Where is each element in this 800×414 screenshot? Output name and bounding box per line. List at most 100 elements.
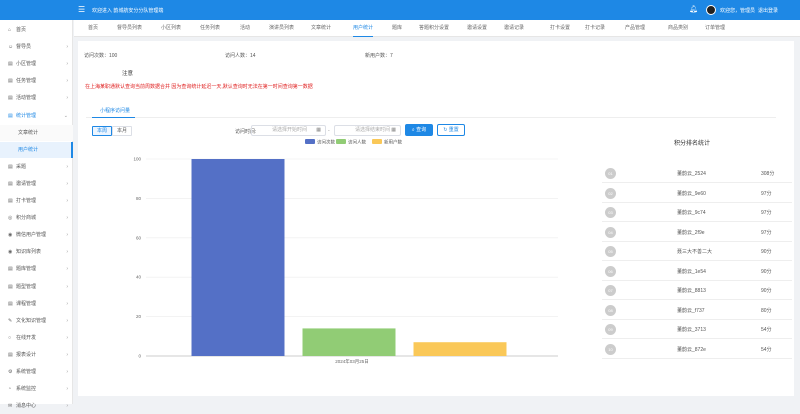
sidebar-item-label: 首页 (16, 27, 27, 33)
tab-mini-program-visits[interactable]: 小程序访问量 (100, 107, 130, 114)
sidebar-item-label: 题库管理 (16, 266, 37, 273)
avatar[interactable] (706, 5, 716, 15)
sidebar-subitem[interactable]: 用户统计 (0, 141, 73, 158)
ranking-score: 308分 (761, 171, 775, 177)
tab-item[interactable]: 任务列表 (200, 20, 220, 37)
ranking-number: 01 (605, 168, 616, 179)
sidebar-item[interactable]: ☺ 督导员 › (0, 39, 73, 55)
ranking-score: 90分 (761, 288, 772, 294)
y-tick-label: 80 (136, 196, 142, 201)
sidebar-item[interactable]: ○ 在线开发 › (0, 330, 73, 346)
ranking-number: 06 (605, 265, 616, 277)
visits-bar-chart: 0 20 40 60 80 100 2024年03月25日 访问次数 访问人数 新用户数 (133, 139, 558, 365)
chevron-icon: › (66, 317, 68, 324)
sidebar-item[interactable]: ▤ 题库管理 › (0, 261, 73, 277)
sidebar-item-icon: ▤ (8, 61, 13, 68)
tab-item[interactable]: 邀请记录 (504, 20, 524, 37)
sidebar-item[interactable]: ▤ 报表设计 › (0, 347, 73, 363)
tab-item[interactable]: 打卡设置 (550, 20, 570, 37)
sidebar-item-icon: ◔ (8, 386, 12, 393)
sidebar-item[interactable]: ◎ 积分商城 › (0, 210, 73, 226)
tab-item[interactable]: 邀请设置 (467, 20, 487, 37)
sidebar-item-label: 微信用户管理 (16, 232, 47, 239)
logout-button[interactable]: 退出登录 (758, 7, 778, 14)
end-date-placeholder: 请选择结束时间 (355, 127, 391, 133)
tab-item[interactable]: 订单管理 (705, 20, 725, 37)
sidebar-item[interactable]: ▤ 统计管理 ⌄ (0, 108, 73, 124)
stat-visitors: 访问人数：14 (225, 53, 256, 59)
menu-icon[interactable]: ☰ (78, 6, 85, 14)
ranking-score: 97分 (761, 190, 772, 197)
ranking-score: 54分 (761, 327, 772, 333)
tab-item[interactable]: 小区列表 (161, 20, 181, 37)
ranking-row: 08 董韵云_f737 80分 (602, 301, 792, 320)
sidebar-item-label: 消息中心 (16, 403, 37, 410)
sidebar-item-icon: ▤ (8, 283, 13, 290)
sidebar-item[interactable]: ▤ 采题 › (0, 159, 73, 175)
sidebar-item[interactable]: ▤ 题型管理 › (0, 279, 73, 295)
tab-item[interactable]: 首页 (88, 20, 98, 37)
ranking-score: 97分 (761, 210, 772, 216)
ranking-score: 97分 (761, 229, 772, 236)
sidebar-item-icon: ▤ (8, 351, 13, 358)
sidebar-item[interactable]: ◉ 知识库列表 › (0, 244, 73, 260)
chevron-icon: › (66, 300, 68, 307)
tab-item[interactable]: 打卡记录 (585, 20, 605, 37)
sidebar-item[interactable]: ▤ 任务管理 › (0, 73, 73, 89)
ranking-number: 03 (605, 207, 616, 218)
sidebar-item[interactable]: ▤ 活动管理 › (0, 90, 73, 106)
sidebar-item-icon: ⌂ (8, 27, 12, 33)
sidebar-item[interactable]: ✎ 文化知识管理 › (0, 313, 73, 329)
sidebar-item[interactable]: ✉ 消息中心 › (0, 398, 73, 414)
sidebar-subitem[interactable]: 文章统计 (0, 124, 73, 141)
ranking-row: 05 聂三大不善二大 90分 (602, 242, 792, 261)
ranking-number: 04 (605, 226, 616, 238)
sidebar-item-icon: ▤ (8, 198, 13, 204)
tab-item[interactable]: 题库 (392, 20, 402, 37)
sidebar-item[interactable]: ⌂ 首页 (0, 22, 73, 38)
y-tick-label: 0 (138, 354, 141, 359)
bar-3 (413, 342, 507, 356)
sidebar-item[interactable]: ◔ 系统监控 › (0, 381, 73, 397)
tab-item[interactable]: 活动 (240, 20, 250, 37)
tab-item[interactable]: 答题积分设置 (419, 20, 449, 37)
ranking-score: 90分 (761, 249, 772, 255)
tab-item[interactable]: 督导员列表 (117, 20, 142, 37)
ranking-name: 董韵云_2524 (677, 171, 706, 177)
chevron-icon: › (66, 369, 68, 375)
y-tick-label: 60 (136, 235, 142, 240)
tab-item[interactable]: 演讲员列表 (269, 20, 294, 37)
sidebar-item[interactable]: ▤ 课程管理 › (0, 296, 73, 312)
tab-item[interactable]: 用户统计 (353, 20, 374, 37)
search-icon: ⌕ (411, 127, 415, 133)
ranking-number: 02 (605, 187, 616, 199)
ranking-name: 董韵云_3713 (677, 327, 706, 333)
ranking-title: 积分排名统计 (674, 141, 711, 147)
tab-item[interactable]: 产品管理 (625, 20, 645, 37)
tab-item[interactable]: 商品类别 (668, 20, 688, 37)
chevron-icon: › (66, 351, 68, 358)
main-panel: 访问次数：100 访问人数：14 新用户数：7 注意 在上海某职通默认查询当前周… (78, 41, 794, 396)
sidebar-item-icon: ◉ (8, 249, 13, 256)
tab-item[interactable]: 文章统计 (311, 20, 331, 37)
sidebar-item[interactable]: ◉ 微信用户管理 › (0, 227, 73, 243)
sidebar-item[interactable]: ▤ 小区管理 › (0, 56, 73, 72)
sidebar-item-label: 题型管理 (16, 283, 37, 290)
sidebar-item[interactable]: ⚙ 系统管理 › (0, 364, 73, 380)
ranking-name: 董韵云_9e60 (677, 190, 706, 197)
legend-swatch (336, 139, 346, 144)
sidebar-item-label: 系统管理 (16, 369, 37, 375)
sidebar-item[interactable]: ▤ 邀请管理 › (0, 176, 73, 192)
ranking-row: 02 董韵云_9e60 97分 (602, 184, 792, 203)
ranking-name: 聂三大不善二大 (677, 249, 713, 255)
calendar-icon: ▦ (391, 127, 396, 133)
bell-icon[interactable]: 🔔︎ (689, 5, 698, 13)
user-greeting[interactable]: 欢迎您，管理员 (720, 7, 755, 14)
sidebar-item[interactable]: ▤ 打卡管理 › (0, 193, 73, 209)
ranking-score: 90分 (761, 268, 772, 275)
sidebar-item-icon: ✉ (8, 403, 13, 410)
sidebar-item-label: 系统监控 (16, 386, 37, 393)
sidebar: ⌂ 首页 ☺ 督导员 › ▤ 小区管理 › ▤ 任务管理 › ▤ 活动管理 › ▤ 统计管理 ⌄ 文章统计 用户统计… (0, 20, 73, 409)
legend-swatch (372, 139, 382, 144)
tab-bar: 首页 督导员列表 小区列表 任务列表 活动 演讲员列表 文章统计 用户统计 题库 答题积分设置 邀请… (74, 20, 800, 37)
